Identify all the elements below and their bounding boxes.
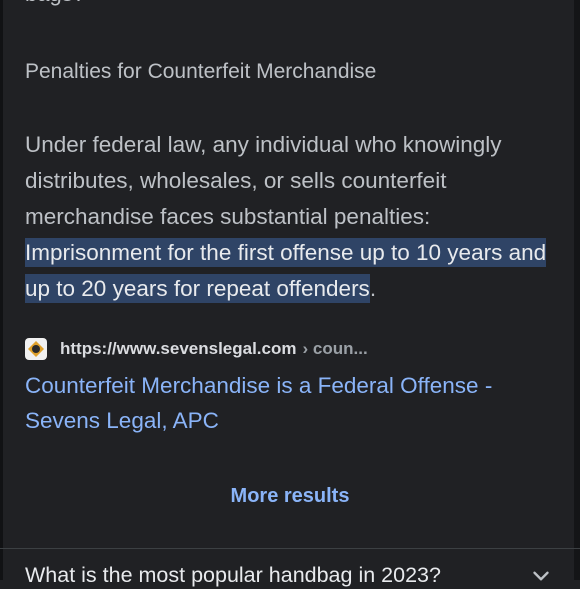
answer-heading: Penalties for Counterfeit Merchandise bbox=[25, 60, 377, 83]
result-title-link[interactable]: Counterfeit Merchandise is a Federal Off… bbox=[25, 368, 565, 438]
answer-highlight: Imprisonment for the first offense up to… bbox=[25, 238, 547, 303]
divider bbox=[0, 548, 580, 549]
source-url[interactable]: https://www.sevenslegal.com bbox=[60, 339, 297, 359]
previous-question-text: bags? bbox=[25, 0, 85, 8]
chevron-down-icon[interactable] bbox=[528, 563, 554, 589]
source-row[interactable]: https://www.sevenslegal.com › coun... bbox=[25, 336, 368, 362]
answer-end: . bbox=[369, 276, 377, 301]
source-path: › coun... bbox=[302, 339, 368, 358]
more-results-button[interactable]: More results bbox=[0, 485, 580, 508]
sevens-legal-logo-icon bbox=[25, 338, 47, 360]
search-answer-panel: bags? Penalties for Counterfeit Merchand… bbox=[0, 0, 580, 587]
answer-text: Under federal law, any individual who kn… bbox=[25, 132, 502, 229]
related-question[interactable]: What is the most popular handbag in 2023… bbox=[25, 561, 441, 589]
answer-paragraph: Under federal law, any individual who kn… bbox=[25, 127, 555, 307]
